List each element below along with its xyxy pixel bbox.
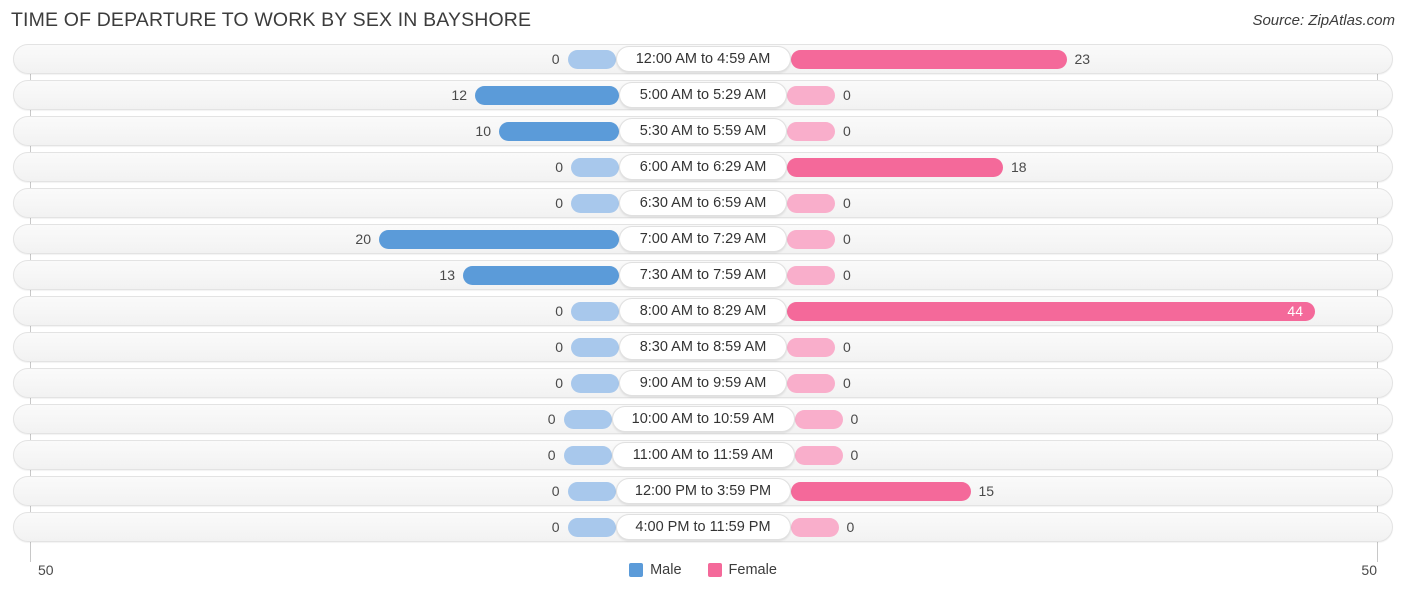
value-label-male: 0 bbox=[547, 447, 556, 463]
value-label-male: 20 bbox=[355, 231, 371, 247]
table-row[interactable]: 10 0 5:30 AM to 5:59 AM bbox=[13, 116, 1393, 146]
table-row[interactable]: 12 0 5:00 AM to 5:29 AM bbox=[13, 80, 1393, 110]
value-label-female: 0 bbox=[843, 339, 851, 355]
value-label-female: 0 bbox=[846, 519, 855, 535]
category-label-pill: 7:00 AM to 7:29 AM bbox=[619, 226, 787, 252]
table-row[interactable]: 0 23 12:00 AM to 4:59 AM bbox=[13, 44, 1393, 74]
diverging-bar-chart: 0 23 12:00 AM to 4:59 AM 12 0 5:00 AM to 5:29… bbox=[0, 44, 1406, 562]
value-label-male: 0 bbox=[555, 375, 563, 391]
value-label-female: 0 bbox=[850, 411, 859, 427]
legend-label-female: Female bbox=[728, 562, 777, 578]
legend-swatch-female-icon bbox=[707, 563, 722, 577]
value-label-male: 0 bbox=[551, 51, 560, 67]
table-row[interactable]: 0 0 9:00 AM to 9:59 AM bbox=[13, 368, 1393, 398]
value-label-male: 0 bbox=[547, 411, 556, 427]
bar-female[interactable] bbox=[787, 338, 835, 357]
bar-female[interactable] bbox=[787, 158, 1003, 177]
bar-male[interactable] bbox=[571, 302, 619, 321]
bar-male[interactable] bbox=[571, 338, 619, 357]
bar-female[interactable] bbox=[790, 50, 1067, 69]
bar-female[interactable] bbox=[790, 482, 971, 501]
category-label-pill: 8:30 AM to 8:59 AM bbox=[619, 334, 787, 360]
category-label-pill: 5:30 AM to 5:59 AM bbox=[619, 118, 787, 144]
category-label-pill: 4:00 PM to 11:59 PM bbox=[615, 514, 791, 540]
bar-male[interactable] bbox=[475, 86, 619, 105]
value-label-female: 0 bbox=[843, 123, 851, 139]
category-label-pill: 6:00 AM to 6:29 AM bbox=[619, 154, 787, 180]
bar-male[interactable] bbox=[379, 230, 619, 249]
category-label-pill: 9:00 AM to 9:59 AM bbox=[619, 370, 787, 396]
table-row[interactable]: 0 0 6:30 AM to 6:59 AM bbox=[13, 188, 1393, 218]
category-label-pill: 6:30 AM to 6:59 AM bbox=[619, 190, 787, 216]
bar-female[interactable] bbox=[787, 194, 835, 213]
value-label-male: 0 bbox=[555, 195, 563, 211]
legend-label-male: Male bbox=[650, 562, 682, 578]
legend-item-female[interactable]: Female bbox=[707, 562, 777, 578]
table-row[interactable]: 0 0 10:00 AM to 10:59 AM bbox=[13, 404, 1393, 434]
bar-female[interactable] bbox=[787, 266, 835, 285]
value-label-male: 10 bbox=[475, 123, 491, 139]
table-row[interactable]: 0 0 8:30 AM to 8:59 AM bbox=[13, 332, 1393, 362]
table-row[interactable]: 13 0 7:30 AM to 7:59 AM bbox=[13, 260, 1393, 290]
value-label-male: 0 bbox=[555, 339, 563, 355]
value-label-male: 12 bbox=[451, 87, 467, 103]
value-label-male: 13 bbox=[439, 267, 455, 283]
table-row[interactable]: 20 0 7:00 AM to 7:29 AM bbox=[13, 224, 1393, 254]
bar-female[interactable] bbox=[790, 518, 839, 537]
page-title: TIME OF DEPARTURE TO WORK BY SEX IN BAYS… bbox=[11, 9, 532, 31]
chart-legend: Male Female bbox=[0, 562, 1406, 578]
bar-male[interactable] bbox=[567, 518, 616, 537]
bar-male[interactable] bbox=[571, 374, 619, 393]
bar-male[interactable] bbox=[563, 446, 612, 465]
legend-item-male[interactable]: Male bbox=[629, 562, 682, 578]
bar-female[interactable] bbox=[787, 374, 835, 393]
bar-male[interactable] bbox=[571, 158, 619, 177]
value-label-female: 0 bbox=[843, 231, 851, 247]
value-label-male: 0 bbox=[555, 159, 563, 175]
category-label-pill: 12:00 PM to 3:59 PM bbox=[615, 478, 791, 504]
value-label-female: 0 bbox=[843, 375, 851, 391]
table-row[interactable]: 0 15 12:00 PM to 3:59 PM bbox=[13, 476, 1393, 506]
category-label-pill: 7:30 AM to 7:59 AM bbox=[619, 262, 787, 288]
category-label-pill: 10:00 AM to 10:59 AM bbox=[611, 406, 795, 432]
source-attribution: Source: ZipAtlas.com bbox=[1252, 12, 1395, 29]
bar-female[interactable] bbox=[787, 122, 835, 141]
table-row[interactable]: 0 18 6:00 AM to 6:29 AM bbox=[13, 152, 1393, 182]
bar-female[interactable] bbox=[794, 446, 843, 465]
value-label-female: 0 bbox=[843, 267, 851, 283]
table-row[interactable]: 0 44 8:00 AM to 8:29 AM bbox=[13, 296, 1393, 326]
category-label-pill: 12:00 AM to 4:59 AM bbox=[615, 46, 791, 72]
value-label-female: 0 bbox=[843, 87, 851, 103]
category-label-pill: 8:00 AM to 8:29 AM bbox=[619, 298, 787, 324]
legend-swatch-male-icon bbox=[629, 563, 644, 577]
value-label-female: 44 bbox=[1287, 303, 1303, 319]
value-label-female: 18 bbox=[1011, 159, 1027, 175]
bar-female[interactable] bbox=[787, 230, 835, 249]
chart-header: TIME OF DEPARTURE TO WORK BY SEX IN BAYS… bbox=[0, 0, 1406, 44]
bar-male[interactable] bbox=[571, 194, 619, 213]
value-label-female: 0 bbox=[850, 447, 859, 463]
value-label-female: 15 bbox=[978, 483, 995, 499]
bar-female[interactable] bbox=[787, 86, 835, 105]
bar-male[interactable] bbox=[563, 410, 612, 429]
bar-female[interactable] bbox=[787, 302, 1315, 321]
value-label-male: 0 bbox=[551, 483, 560, 499]
bar-female[interactable] bbox=[794, 410, 843, 429]
table-row[interactable]: 0 0 4:00 PM to 11:59 PM bbox=[13, 512, 1393, 542]
table-row[interactable]: 0 0 11:00 AM to 11:59 AM bbox=[13, 440, 1393, 470]
value-label-male: 0 bbox=[555, 303, 563, 319]
bar-male[interactable] bbox=[463, 266, 619, 285]
category-label-pill: 5:00 AM to 5:29 AM bbox=[619, 82, 787, 108]
bar-male[interactable] bbox=[567, 50, 616, 69]
value-label-male: 0 bbox=[551, 519, 560, 535]
value-label-female: 23 bbox=[1074, 51, 1091, 67]
value-label-female: 0 bbox=[843, 195, 851, 211]
bar-male[interactable] bbox=[499, 122, 619, 141]
category-label-pill: 11:00 AM to 11:59 AM bbox=[611, 442, 795, 468]
chart-footer: 50 50 Male Female bbox=[0, 554, 1406, 594]
bar-male[interactable] bbox=[567, 482, 616, 501]
